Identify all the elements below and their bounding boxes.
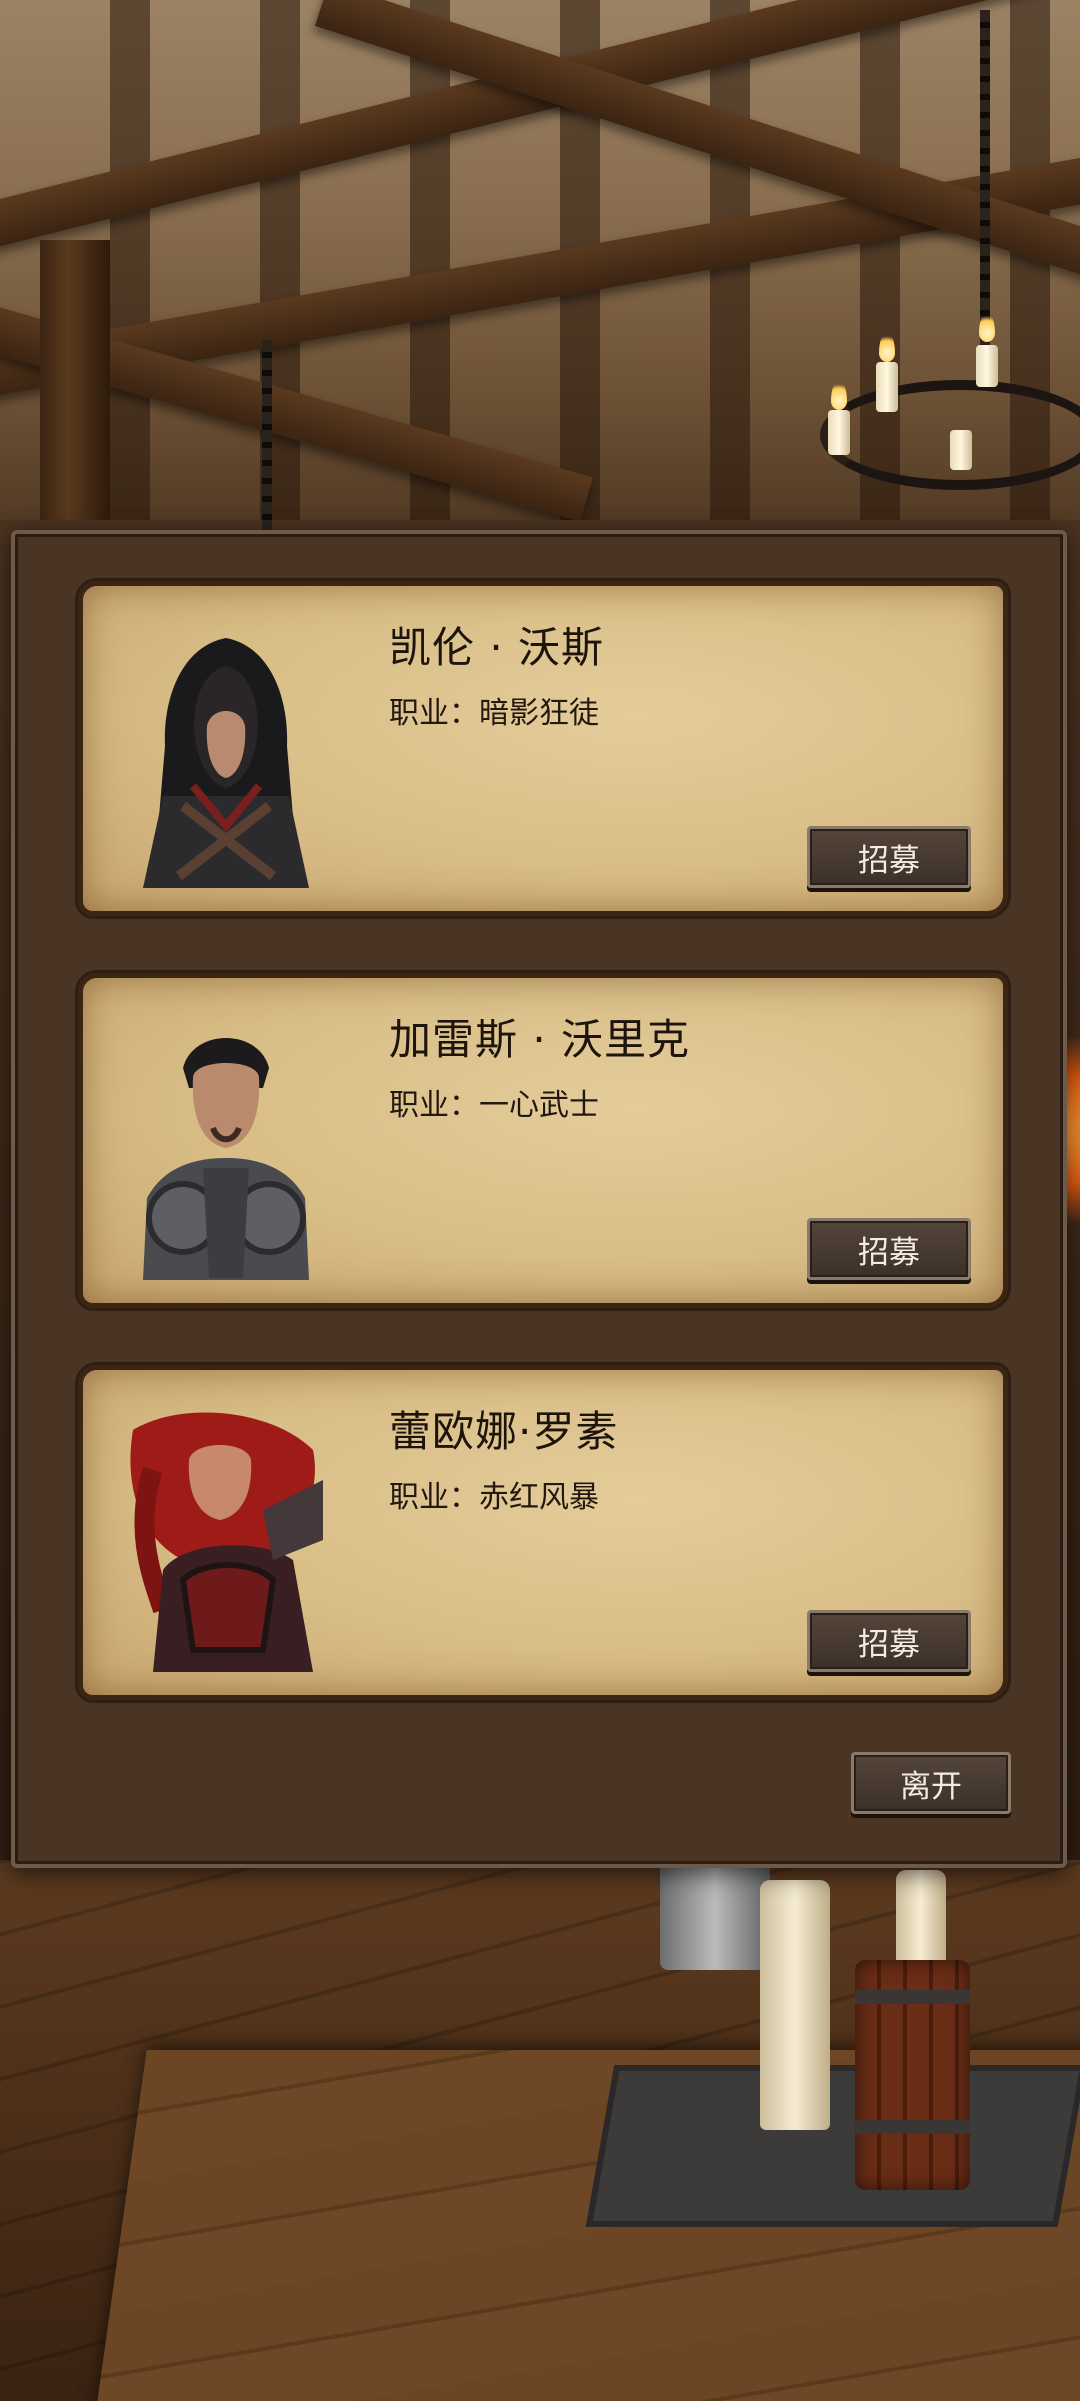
leave-button[interactable]: 离开	[851, 1752, 1011, 1814]
hero-class: 职业：赤红风暴	[389, 1480, 599, 1515]
tankard-band	[855, 2120, 970, 2134]
candle	[950, 430, 972, 470]
candle	[976, 345, 998, 387]
wooden-post	[40, 240, 110, 560]
hero-name: 凯伦 · 沃斯	[389, 623, 605, 672]
hooded-rogue-portrait	[123, 626, 329, 888]
candle	[828, 410, 850, 455]
pewter-mug-icon	[660, 1860, 770, 1970]
hanging-chain	[262, 340, 272, 540]
recruit-button[interactable]: 招募	[807, 1610, 971, 1672]
candle	[876, 362, 898, 412]
red-haired-warrior-icon	[130, 1412, 323, 1672]
recruit-button[interactable]: 招募	[807, 826, 971, 888]
hero-card: 加雷斯 · 沃里克 职业：一心武士 招募	[83, 978, 1003, 1303]
recruit-button[interactable]: 招募	[807, 1218, 971, 1280]
tall-candle-icon	[760, 1880, 830, 2130]
hooded-rogue-icon	[143, 638, 309, 888]
wooden-tankard-icon	[855, 1960, 970, 2190]
armored-warrior-icon	[143, 1038, 309, 1280]
metal-tray	[585, 2065, 1080, 2227]
tankard-band	[855, 1990, 970, 2004]
hero-card: 蕾欧娜·罗素 职业：赤红风暴 招募	[83, 1370, 1003, 1695]
hero-card: 凯伦 · 沃斯 职业：暗影狂徒 招募	[83, 586, 1003, 911]
hero-name: 加雷斯 · 沃里克	[389, 1015, 691, 1064]
hero-class: 职业：暗影狂徒	[389, 696, 599, 731]
red-haired-warrior-portrait	[123, 1410, 329, 1672]
hero-class: 职业：一心武士	[389, 1088, 599, 1123]
armored-warrior-portrait	[123, 1018, 329, 1280]
hero-name: 蕾欧娜·罗素	[389, 1407, 619, 1456]
recruit-dialog: 凯伦 · 沃斯 职业：暗影狂徒 招募 加雷斯 · 沃里克 职业：一心武士 招募	[11, 530, 1067, 1868]
